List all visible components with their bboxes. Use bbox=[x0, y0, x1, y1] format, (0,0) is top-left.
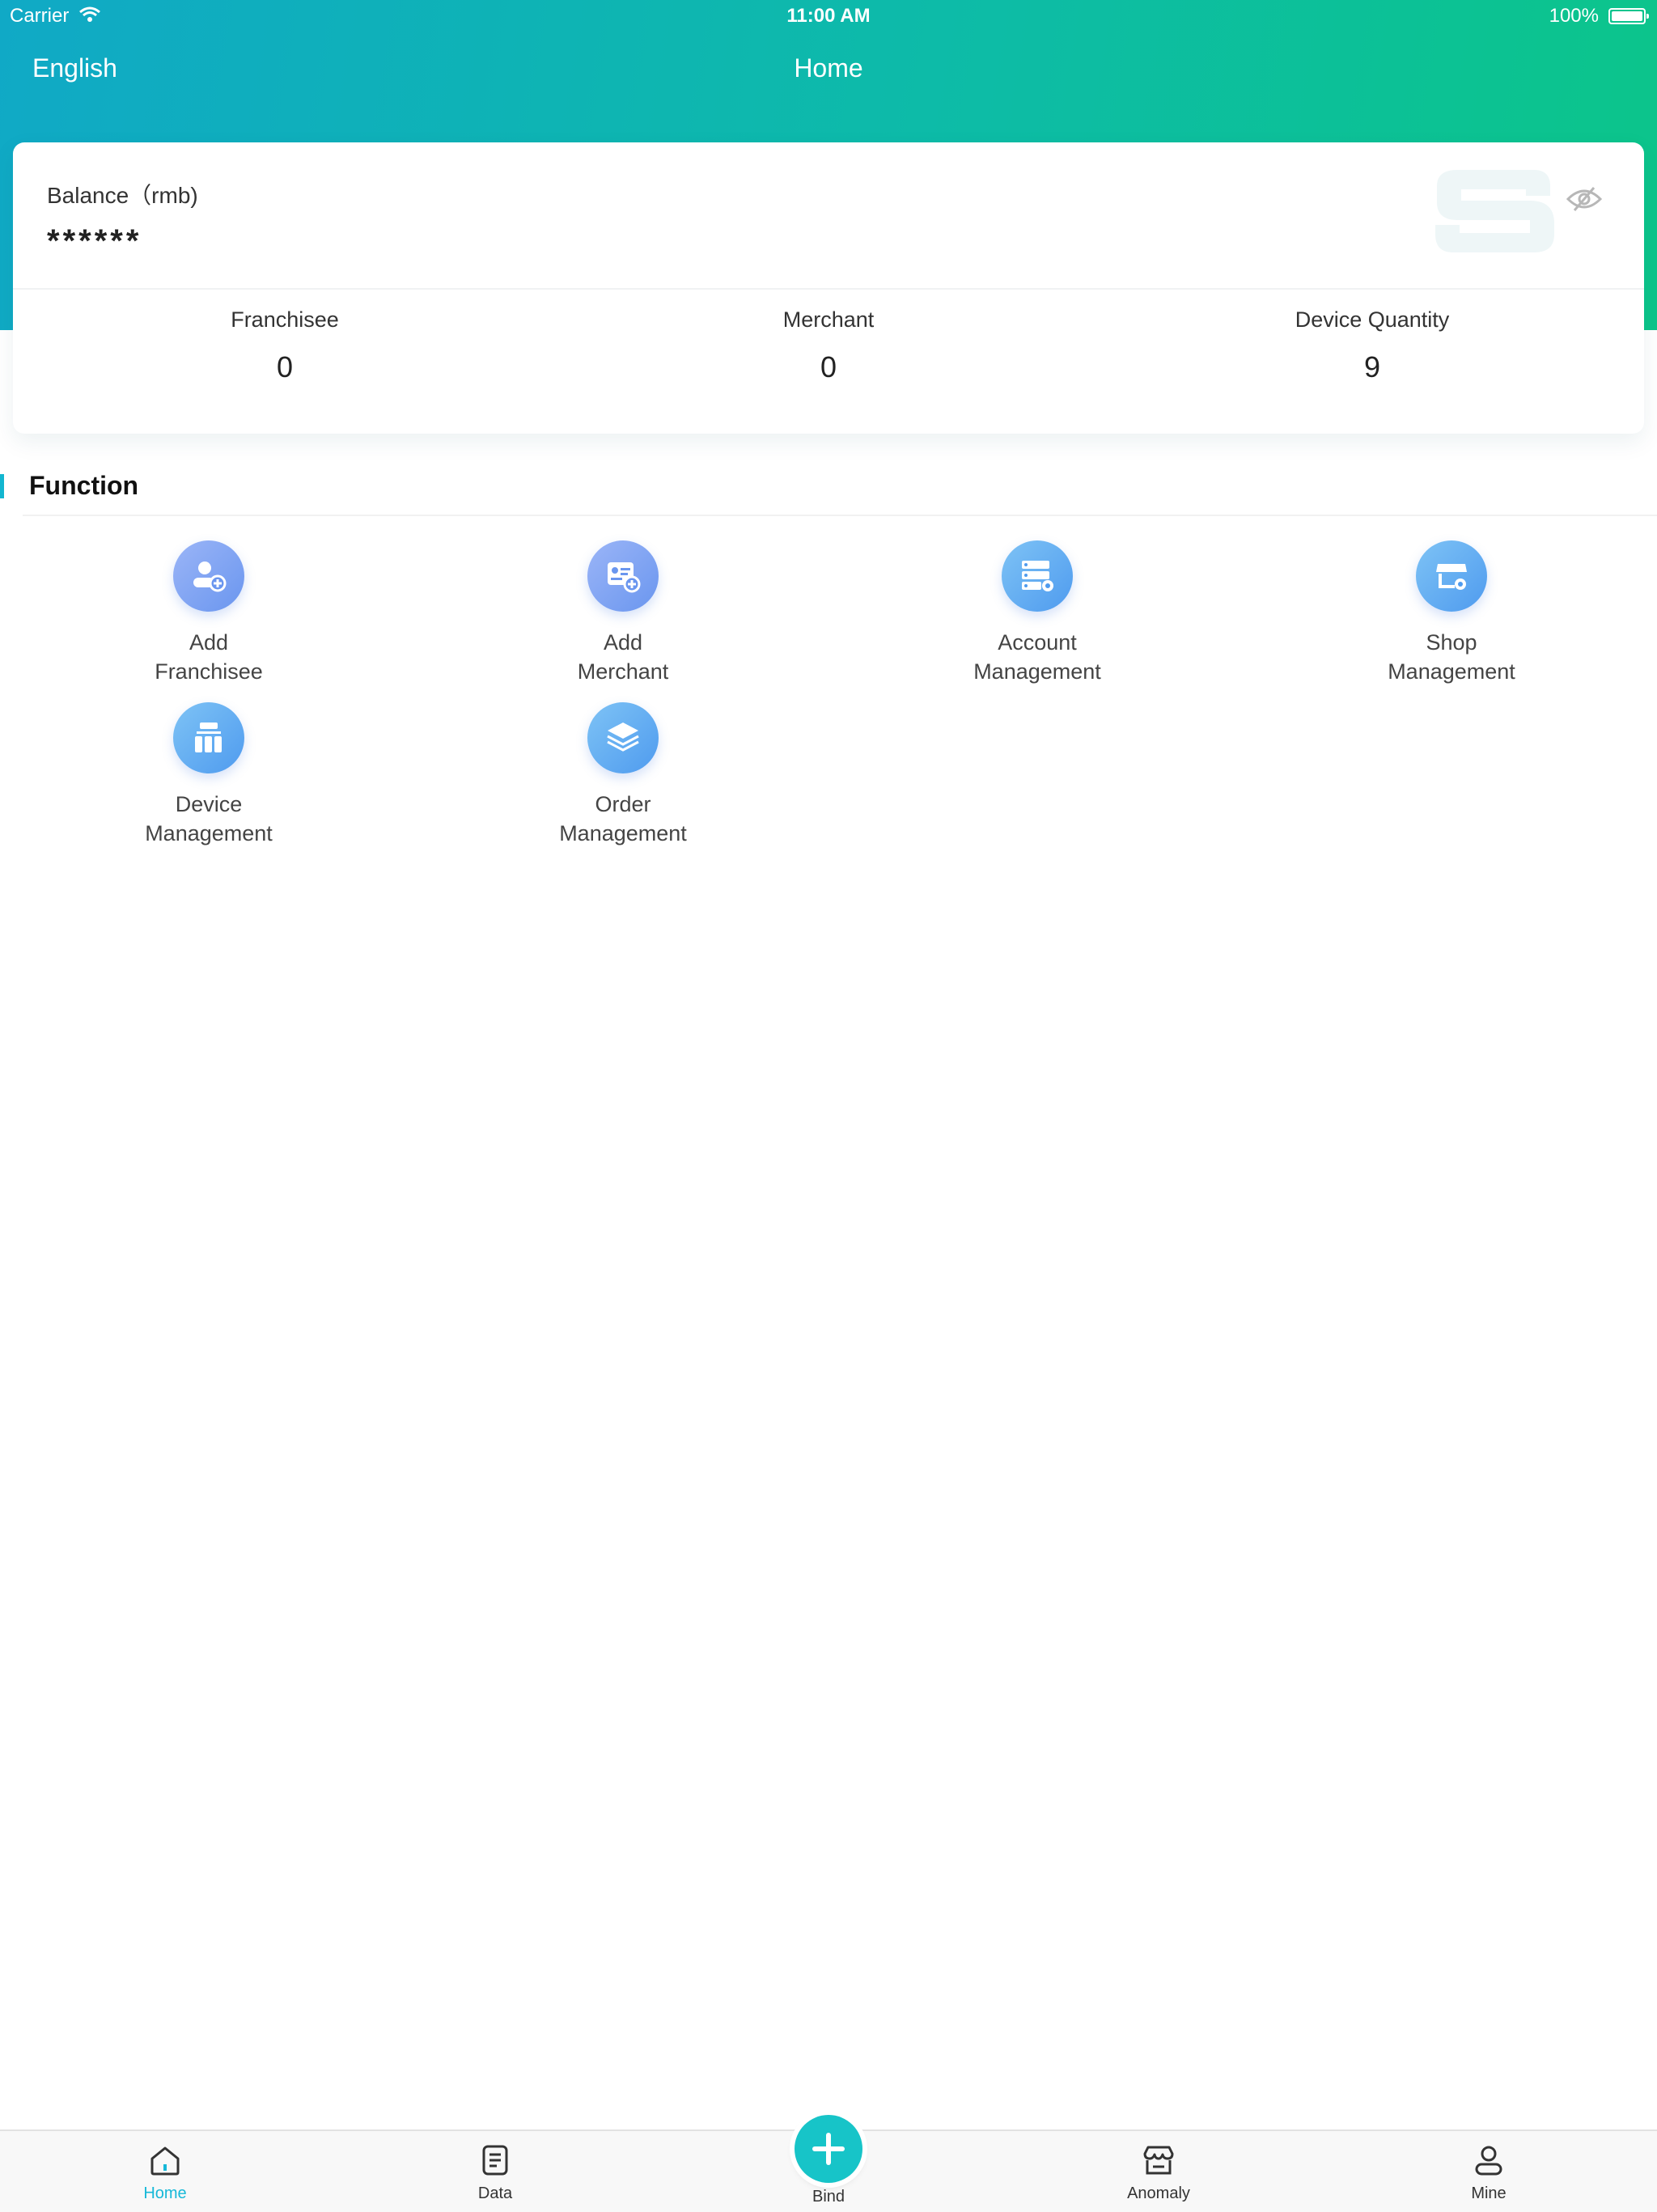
function-label-line2: Management bbox=[559, 821, 687, 845]
function-label-line2: Franchisee bbox=[155, 659, 263, 684]
function-label-line1: Account bbox=[998, 630, 1077, 655]
stat-value: 0 bbox=[276, 350, 294, 383]
logo-watermark-icon bbox=[1435, 170, 1554, 252]
tab-mine[interactable]: Mine bbox=[1408, 2131, 1570, 2212]
function-shop-management[interactable]: Shop Management bbox=[1330, 540, 1573, 686]
tab-anomaly[interactable]: Anomaly bbox=[1078, 2131, 1240, 2212]
status-time: 11:00 AM bbox=[786, 5, 871, 27]
card-divider bbox=[13, 288, 1644, 290]
add-franchisee-icon bbox=[173, 540, 244, 612]
bind-label: Bind bbox=[812, 2188, 845, 2206]
document-icon bbox=[482, 2145, 508, 2176]
section-title: Function bbox=[29, 471, 139, 500]
function-account-management[interactable]: Account Management bbox=[916, 540, 1159, 686]
function-add-franchisee[interactable]: Add Franchisee bbox=[87, 540, 330, 686]
status-bar: Carrier 11:00 AM 100% bbox=[0, 0, 1657, 32]
function-device-management[interactable]: Device Management bbox=[87, 702, 330, 848]
function-label-line2: Merchant bbox=[577, 659, 669, 684]
function-add-merchant[interactable]: Add Merchant bbox=[502, 540, 744, 686]
add-merchant-icon bbox=[587, 540, 659, 612]
function-label-line1: Add bbox=[603, 630, 643, 655]
tab-data[interactable]: Data bbox=[414, 2131, 576, 2212]
function-label-line1: Add bbox=[189, 630, 229, 655]
function-label-line1: Order bbox=[595, 792, 651, 816]
stat-label: Franchisee bbox=[231, 307, 339, 332]
function-label-line1: Shop bbox=[1426, 630, 1477, 655]
tab-label: Home bbox=[143, 2184, 187, 2202]
stat-device-quantity: Device Quantity 9 bbox=[1100, 307, 1644, 384]
stat-franchisee: Franchisee 0 bbox=[13, 307, 557, 384]
stat-value: 9 bbox=[1363, 350, 1381, 383]
shop-management-icon bbox=[1416, 540, 1487, 612]
stat-label: Device Quantity bbox=[1295, 307, 1450, 332]
tab-label: Mine bbox=[1471, 2184, 1507, 2202]
tab-label: Data bbox=[477, 2184, 513, 2202]
page-title: Home bbox=[794, 53, 863, 83]
function-label-line1: Device bbox=[175, 792, 243, 816]
order-management-icon bbox=[587, 702, 659, 773]
user-icon bbox=[1475, 2146, 1502, 2176]
function-label-line2: Management bbox=[145, 821, 273, 845]
stat-merchant: Merchant 0 bbox=[557, 307, 1100, 384]
eye-hidden-icon[interactable] bbox=[1565, 183, 1604, 215]
section-accent-bar bbox=[0, 474, 4, 498]
section-divider bbox=[23, 515, 1657, 516]
balance-label: Balance（rmb) bbox=[47, 183, 198, 208]
function-order-management[interactable]: Order Management bbox=[502, 702, 744, 848]
function-label-line2: Management bbox=[1388, 659, 1515, 684]
tab-label: Anomaly bbox=[1127, 2184, 1190, 2202]
battery-icon bbox=[1608, 8, 1649, 24]
store-icon bbox=[1143, 2146, 1174, 2175]
bind-button[interactable] bbox=[795, 2115, 862, 2183]
balance-card: Balance（rmb) ****** Franchisee 0 Merchan… bbox=[13, 142, 1644, 434]
account-management-icon bbox=[1002, 540, 1073, 612]
balance-value: ****** bbox=[47, 223, 142, 259]
function-label-line2: Management bbox=[973, 659, 1101, 684]
stat-value: 0 bbox=[820, 350, 837, 383]
battery-percent: 100% bbox=[1549, 5, 1599, 27]
tab-home[interactable]: Home bbox=[84, 2131, 246, 2212]
stat-label: Merchant bbox=[782, 307, 875, 332]
device-management-icon bbox=[173, 702, 244, 773]
home-icon bbox=[150, 2146, 180, 2176]
